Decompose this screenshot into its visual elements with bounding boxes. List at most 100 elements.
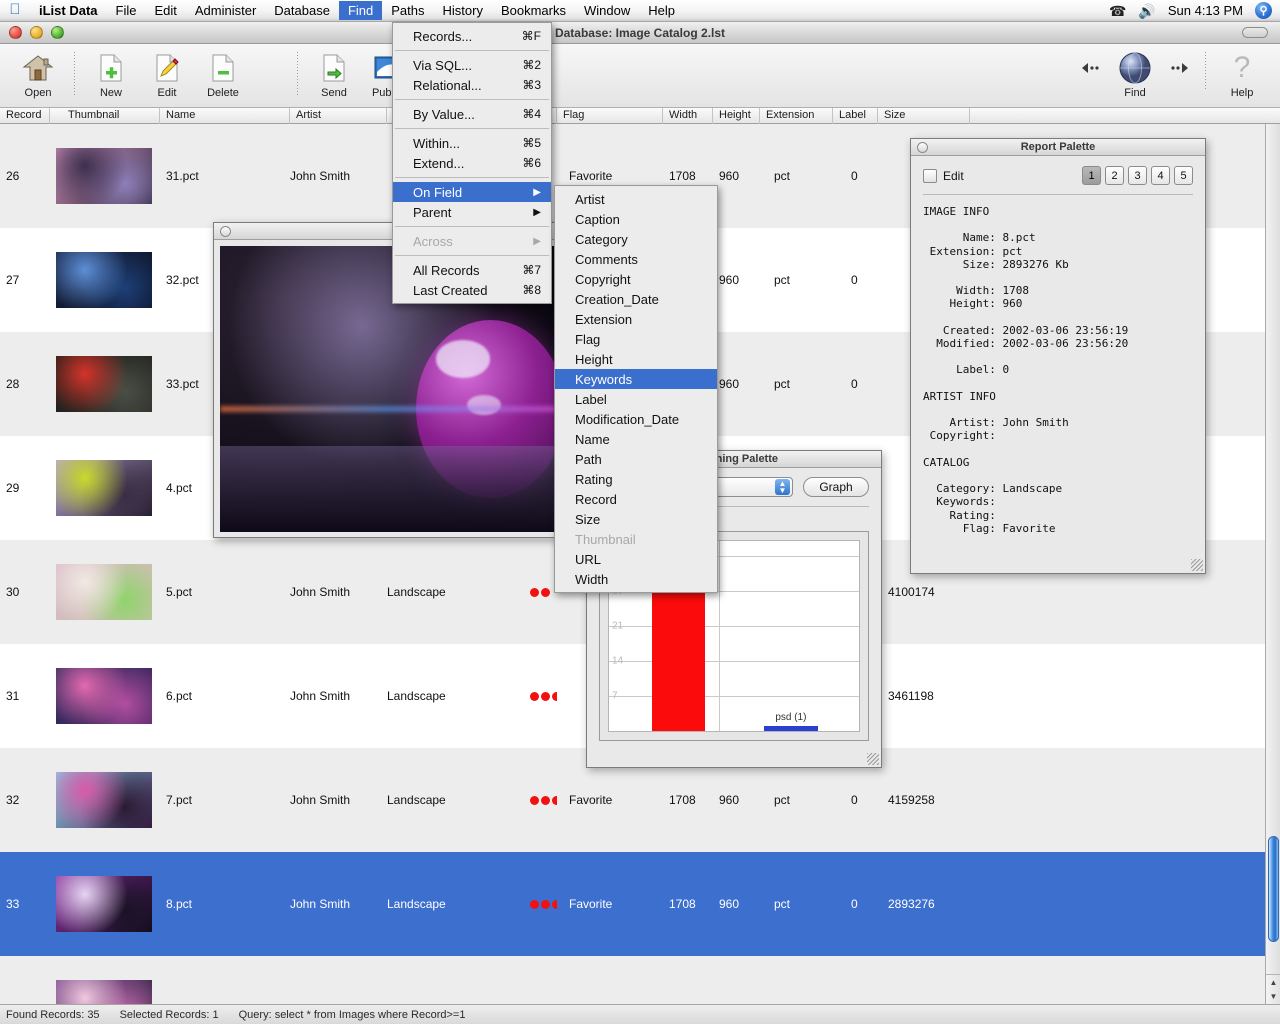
cell-thumbnail[interactable]: [50, 772, 160, 828]
zoom-button[interactable]: [51, 26, 64, 39]
page-button-1[interactable]: 1: [1082, 166, 1101, 185]
vertical-scrollbar[interactable]: ▲ ▼: [1265, 124, 1280, 1004]
menu-item-relational[interactable]: Relational...⌘3: [393, 75, 551, 95]
field-menu-item-record[interactable]: Record: [555, 489, 717, 509]
field-menu-item-url[interactable]: URL: [555, 549, 717, 569]
toolbar-open-button[interactable]: Open: [10, 48, 66, 99]
graph-button[interactable]: Graph: [803, 477, 869, 497]
field-menu-item-size[interactable]: Size: [555, 509, 717, 529]
column-header-label[interactable]: Label: [833, 108, 878, 124]
page-button-3[interactable]: 3: [1128, 166, 1147, 185]
field-menu-item-artist[interactable]: Artist: [555, 189, 717, 209]
menu-item-last-created[interactable]: Last Created⌘8: [393, 280, 551, 300]
column-header-thumbnail[interactable]: Thumbnail: [50, 108, 160, 124]
table-row[interactable]: 338.pctJohn SmithLandscapeFavorite170896…: [0, 852, 1280, 956]
column-header-flag[interactable]: Flag: [557, 108, 663, 124]
toolbar-prev-button[interactable]: [1073, 48, 1107, 87]
volume-icon[interactable]: 🔊: [1138, 4, 1155, 18]
scrollbar-arrows[interactable]: ▲ ▼: [1266, 974, 1280, 1004]
toolbar-edit-button[interactable]: Edit: [139, 48, 195, 99]
menu-history[interactable]: History: [434, 1, 492, 20]
column-header-record[interactable]: Record: [0, 108, 50, 124]
table-row[interactable]: [0, 956, 1280, 1004]
menu-item-all-records[interactable]: All Records⌘7: [393, 260, 551, 280]
menu-bookmarks[interactable]: Bookmarks: [492, 1, 575, 20]
field-menu-item-flag[interactable]: Flag: [555, 329, 717, 349]
column-header-size[interactable]: Size: [878, 108, 970, 124]
report-palette[interactable]: Report Palette Edit 1 2 3 4 5 IMAGE INFO…: [910, 138, 1206, 574]
field-menu-item-rating[interactable]: Rating: [555, 469, 717, 489]
column-header-artist[interactable]: Artist: [290, 108, 387, 124]
menu-item-via-sql[interactable]: Via SQL...⌘2: [393, 55, 551, 75]
modem-icon[interactable]: ☎: [1109, 4, 1126, 18]
scroll-down-arrow[interactable]: ▼: [1270, 992, 1278, 1001]
apple-logo-icon[interactable]: : [0, 2, 30, 19]
field-menu-item-copyright[interactable]: Copyright: [555, 269, 717, 289]
toolbar-new-button[interactable]: New: [83, 48, 139, 99]
column-header-name[interactable]: Name: [160, 108, 290, 124]
field-menu-item-extension[interactable]: Extension: [555, 309, 717, 329]
cell-thumbnail[interactable]: [50, 876, 160, 932]
field-menu-item-keywords[interactable]: Keywords: [555, 369, 717, 389]
toolbar-next-button[interactable]: [1163, 48, 1197, 87]
cell-thumbnail[interactable]: [50, 564, 160, 620]
search-icon[interactable]: ⚲: [1255, 2, 1272, 19]
cell-thumbnail[interactable]: [50, 460, 160, 516]
menu-item-records[interactable]: Records...⌘F: [393, 26, 551, 46]
page-button-5[interactable]: 5: [1174, 166, 1193, 185]
report-palette-titlebar[interactable]: Report Palette: [911, 139, 1205, 156]
page-button-2[interactable]: 2: [1105, 166, 1124, 185]
menu-ilist-data[interactable]: iList Data: [30, 1, 107, 20]
window-titlebar[interactable]: Database: Image Catalog 2.lst: [0, 22, 1280, 44]
toolbar-send-button[interactable]: Send: [306, 48, 362, 99]
menu-item-parent[interactable]: Parent▶: [393, 202, 551, 222]
chevron-updown-icon[interactable]: ▲▼: [775, 479, 790, 495]
menu-item-extend[interactable]: Extend...⌘6: [393, 153, 551, 173]
toolbar-help-button[interactable]: ? Help: [1214, 48, 1270, 99]
report-resize-grip[interactable]: [1191, 559, 1203, 571]
field-menu-item-creation_date[interactable]: Creation_Date: [555, 289, 717, 309]
menu-window[interactable]: Window: [575, 1, 639, 20]
menu-administer[interactable]: Administer: [186, 1, 265, 20]
menu-file[interactable]: File: [107, 1, 146, 20]
on-field-submenu[interactable]: ArtistCaptionCategoryCommentsCopyrightCr…: [554, 185, 718, 593]
menu-help[interactable]: Help: [639, 1, 684, 20]
column-header-width[interactable]: Width: [663, 108, 713, 124]
cell-thumbnail[interactable]: [50, 356, 160, 412]
field-menu-item-width[interactable]: Width: [555, 569, 717, 589]
field-menu-item-height[interactable]: Height: [555, 349, 717, 369]
cell-thumbnail[interactable]: [50, 148, 160, 204]
column-header-height[interactable]: Height: [713, 108, 760, 124]
field-menu-item-path[interactable]: Path: [555, 449, 717, 469]
preview-close-button[interactable]: [220, 226, 231, 237]
menu-paths[interactable]: Paths: [382, 1, 433, 20]
edit-checkbox[interactable]: [923, 169, 937, 183]
find-menu-dropdown[interactable]: Records...⌘F Via SQL...⌘2Relational...⌘3 B…: [392, 22, 552, 304]
graphing-resize-grip[interactable]: [867, 753, 879, 765]
field-menu-item-name[interactable]: Name: [555, 429, 717, 449]
close-button[interactable]: [9, 26, 22, 39]
menu-database[interactable]: Database: [265, 1, 339, 20]
cell-thumbnail[interactable]: [50, 980, 160, 1004]
cell-thumbnail[interactable]: [50, 668, 160, 724]
menu-edit[interactable]: Edit: [145, 1, 185, 20]
column-header-extension[interactable]: Extension: [760, 108, 833, 124]
minimize-button[interactable]: [30, 26, 43, 39]
scroll-up-arrow[interactable]: ▲: [1270, 978, 1278, 987]
field-menu-item-modification_date[interactable]: Modification_Date: [555, 409, 717, 429]
scrollbar-thumb[interactable]: [1268, 836, 1279, 942]
menu-item-within[interactable]: Within...⌘5: [393, 133, 551, 153]
menu-item-on-field[interactable]: On Field▶: [393, 182, 551, 202]
menubar-clock[interactable]: Sun 4:13 PM: [1168, 3, 1243, 18]
toolbar-delete-button[interactable]: Delete: [195, 48, 251, 99]
cell-thumbnail[interactable]: [50, 252, 160, 308]
menu-find[interactable]: Find: [339, 1, 382, 20]
field-menu-item-comments[interactable]: Comments: [555, 249, 717, 269]
toolbar-find-button[interactable]: Find: [1107, 48, 1163, 99]
field-menu-item-category[interactable]: Category: [555, 229, 717, 249]
page-button-4[interactable]: 4: [1151, 166, 1170, 185]
field-menu-item-caption[interactable]: Caption: [555, 209, 717, 229]
toolbar-toggle-button[interactable]: [1242, 27, 1268, 38]
field-menu-item-label[interactable]: Label: [555, 389, 717, 409]
menu-item-by-value[interactable]: By Value...⌘4: [393, 104, 551, 124]
